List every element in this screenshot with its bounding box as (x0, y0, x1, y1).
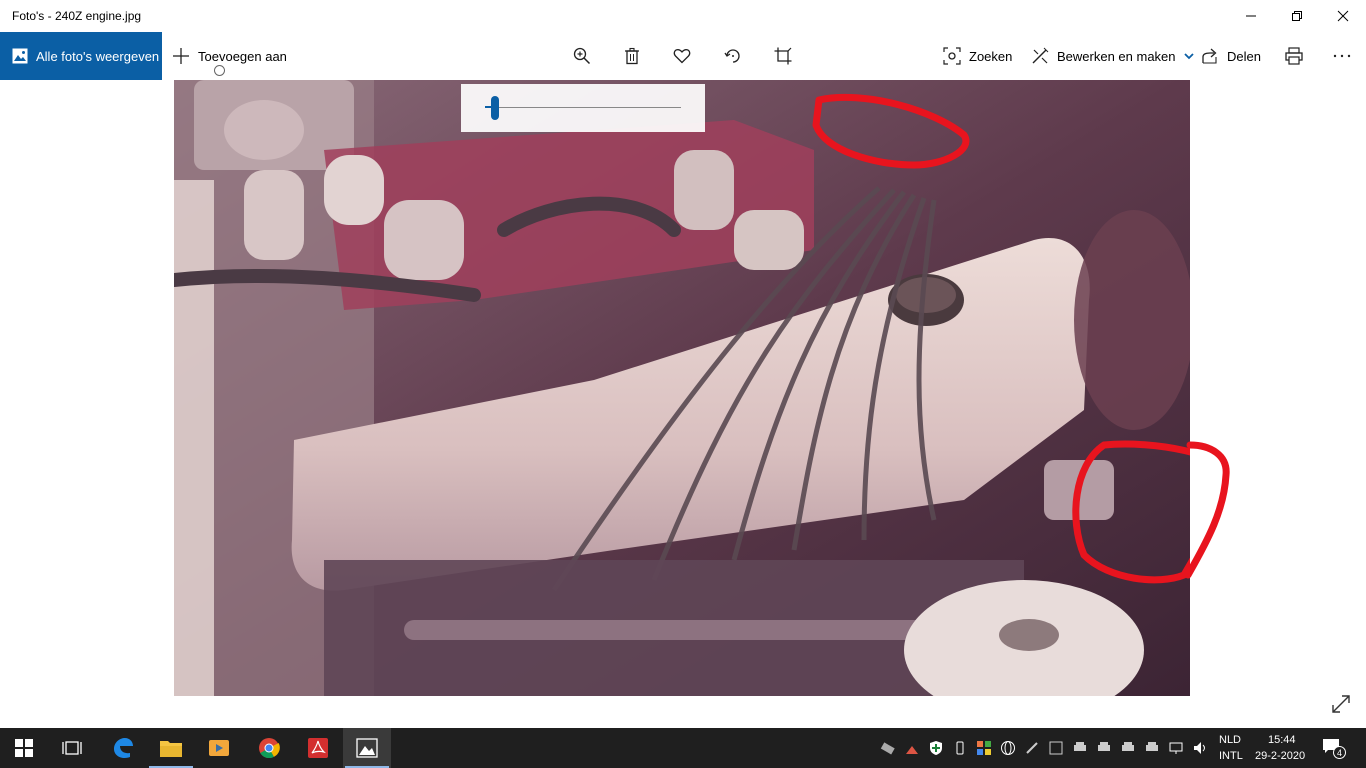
chrome-icon (259, 738, 280, 759)
title-bar: Foto's - 240Z engine.jpg (0, 0, 1366, 32)
zoom-in-icon (573, 47, 591, 65)
chevron-down-icon (1183, 53, 1194, 60)
plus-icon (173, 48, 189, 64)
delete-button[interactable] (623, 32, 641, 80)
heart-icon (673, 49, 691, 64)
restore-button[interactable] (1274, 0, 1320, 32)
app-tray-icon[interactable] (976, 740, 992, 756)
all-photos-label: Alle foto's weergeven (36, 48, 160, 64)
tool-tray-icon[interactable] (904, 740, 920, 756)
clock-time[interactable]: 15:44 (1268, 734, 1296, 746)
cursor-indicator (214, 65, 225, 76)
share-button[interactable]: Delen (1201, 32, 1261, 80)
add-to-button[interactable]: Toevoegen aan (172, 32, 287, 80)
minimize-icon (1246, 15, 1256, 17)
engine-photo (174, 80, 1190, 696)
rotate-icon (724, 49, 740, 63)
favorite-button[interactable] (673, 32, 691, 80)
zoom-slider-thumb[interactable] (490, 96, 499, 120)
edit-create-label: Bewerken en maken (1057, 48, 1176, 64)
printer-tray-icon-3[interactable] (1120, 740, 1136, 756)
more-button[interactable] (1333, 32, 1351, 80)
language-indicator-bottom[interactable]: INTL (1219, 750, 1243, 762)
security-shield-icon[interactable] (928, 740, 944, 756)
taskbar-edge[interactable] (99, 728, 147, 768)
share-icon (1202, 48, 1217, 64)
zoom-slider-panel (461, 84, 705, 132)
trash-icon (625, 47, 639, 65)
command-bar: Alle foto's weergeven Toevoegen aan Zoek… (0, 32, 1366, 80)
crop-icon (774, 47, 792, 65)
zoom-slider-track[interactable] (485, 107, 681, 108)
fullscreen-expand-icon[interactable] (1330, 693, 1352, 715)
usb-device-icon[interactable] (952, 740, 968, 756)
print-button[interactable] (1285, 32, 1303, 80)
task-view-button[interactable] (48, 728, 96, 768)
folder-icon (160, 741, 182, 757)
notification-count-badge: 4 (1333, 746, 1346, 759)
lens-search-icon (943, 47, 961, 65)
more-icon (1333, 54, 1351, 58)
display-tray-icon[interactable] (1048, 740, 1064, 756)
printer-tray-icon[interactable] (1072, 740, 1088, 756)
search-button[interactable]: Zoeken (943, 32, 1012, 80)
all-photos-button[interactable]: Alle foto's weergeven (0, 32, 162, 80)
pdf-reader-icon (308, 738, 328, 758)
photo-icon (12, 48, 28, 64)
close-icon (1337, 10, 1349, 22)
minimize-button[interactable] (1228, 0, 1274, 32)
taskbar-file-explorer[interactable] (147, 728, 195, 768)
network-icon[interactable] (1168, 740, 1184, 756)
taskbar: NLD INTL 15:44 29-2-2020 4 (0, 728, 1366, 768)
printer-icon (1285, 47, 1303, 65)
volume-icon[interactable] (1192, 740, 1208, 756)
task-view-icon (62, 741, 82, 755)
photo-canvas[interactable] (174, 80, 1190, 696)
taskbar-acrobat[interactable] (294, 728, 342, 768)
edit-icon (1032, 47, 1049, 64)
action-center-button[interactable]: 4 (1322, 738, 1346, 760)
photos-app-icon (356, 738, 378, 758)
rotate-button[interactable] (724, 32, 742, 80)
language-indicator-top[interactable]: NLD (1219, 734, 1241, 746)
taskbar-chrome[interactable] (245, 728, 293, 768)
start-button[interactable] (0, 728, 48, 768)
zoom-button[interactable] (573, 32, 591, 80)
edit-create-button[interactable]: Bewerken en maken (1031, 32, 1194, 80)
search-label: Zoeken (969, 48, 1013, 64)
printer-tray-icon-4[interactable] (1144, 740, 1160, 756)
brush-tray-icon[interactable] (1024, 740, 1040, 756)
clock-date[interactable]: 29-2-2020 (1255, 750, 1305, 762)
close-button[interactable] (1320, 0, 1366, 32)
globe-icon[interactable] (1000, 740, 1016, 756)
crop-button[interactable] (774, 32, 792, 80)
windows-logo-icon (15, 739, 33, 757)
edge-browser-icon (114, 738, 133, 759)
network-off-icon[interactable] (880, 740, 896, 756)
printer-tray-icon-2[interactable] (1096, 740, 1112, 756)
annotation-overflow (1184, 441, 1230, 579)
taskbar-photos[interactable] (343, 728, 391, 768)
add-to-label: Toevoegen aan (198, 48, 287, 64)
share-label: Delen (1227, 48, 1261, 64)
restore-icon (1292, 11, 1302, 21)
media-player-icon (209, 740, 229, 756)
taskbar-media-player[interactable] (195, 728, 243, 768)
window-title: Foto's - 240Z engine.jpg (12, 9, 142, 23)
